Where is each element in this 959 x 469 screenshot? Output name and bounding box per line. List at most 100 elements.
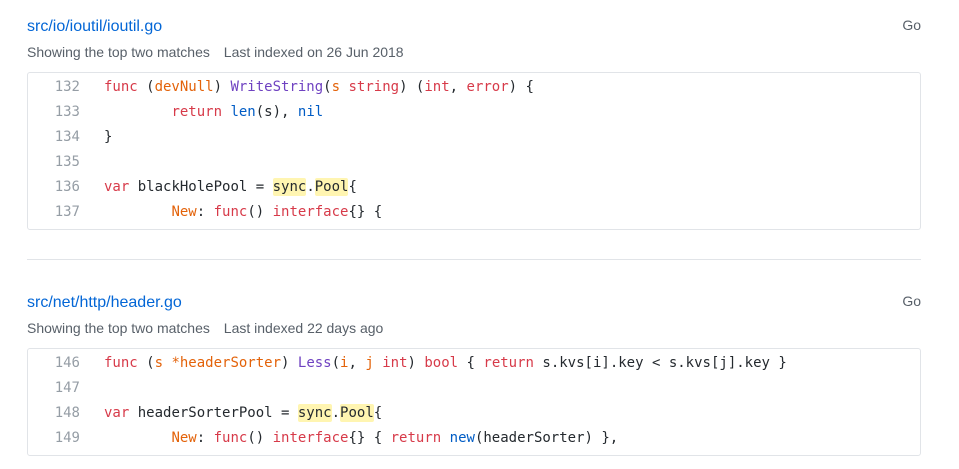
- result-divider: [27, 259, 921, 260]
- code-token: return: [171, 104, 223, 120]
- code-text: func (devNull) WriteString(s string) (in…: [80, 75, 534, 100]
- code-token: new: [449, 430, 475, 446]
- code-text: var headerSorterPool = sync.Pool{: [80, 401, 382, 426]
- result-header: src/net/http/header.go Go: [27, 292, 921, 314]
- code-token: :: [196, 430, 214, 446]
- code-token: ): [281, 355, 298, 371]
- matches-label: Showing the top two matches: [27, 320, 210, 336]
- code-token: New: [171, 430, 197, 446]
- code-token: *headerSorter: [171, 355, 282, 371]
- code-text: func (s *headerSorter) Less(i, j int) bo…: [80, 351, 787, 376]
- code-token: (: [137, 79, 155, 95]
- code-token: int: [382, 355, 408, 371]
- code-token: .: [306, 179, 315, 195]
- code-line: 148 var headerSorterPool = sync.Pool{: [28, 401, 920, 426]
- file-path-link[interactable]: src/net/http/header.go: [27, 292, 182, 314]
- match-highlight: sync: [272, 178, 307, 196]
- code-token: nil: [297, 104, 324, 120]
- code-token: return: [483, 355, 534, 371]
- code-token: error: [466, 79, 509, 95]
- code-token: (): [247, 430, 273, 446]
- file-path-link[interactable]: src/io/ioutil/ioutil.go: [27, 16, 162, 38]
- code-token: interface: [272, 430, 349, 446]
- code-token: j: [365, 355, 374, 371]
- line-number[interactable]: 134: [28, 125, 80, 150]
- code-line: 134}: [28, 125, 920, 150]
- code-token: (): [247, 204, 273, 220]
- line-number[interactable]: 149: [28, 426, 80, 451]
- line-number[interactable]: 135: [28, 150, 80, 175]
- code-line: 136 var blackHolePool = sync.Pool{: [28, 175, 920, 200]
- code-token: blackHolePool =: [129, 179, 273, 195]
- code-token: bool: [424, 355, 459, 371]
- code-token: s: [331, 79, 341, 95]
- code-token: {: [348, 179, 357, 195]
- search-result: src/net/http/header.go Go Showing the to…: [27, 292, 921, 456]
- line-number[interactable]: 132: [28, 75, 80, 100]
- code-token: ,: [348, 355, 366, 371]
- code-token: New: [171, 204, 197, 220]
- indexed-label: Last indexed on 26 Jun 2018: [223, 44, 404, 60]
- code-token: devNull: [154, 79, 214, 95]
- code-line: 137 New: func() interface{} {: [28, 200, 920, 225]
- code-line: 133 return len(s), nil: [28, 100, 920, 125]
- code-token: ,: [449, 79, 467, 95]
- code-token: return: [390, 430, 442, 446]
- line-number[interactable]: 133: [28, 100, 80, 125]
- code-token: func: [213, 430, 248, 446]
- code-token: func: [104, 355, 138, 371]
- match-highlight: Pool: [340, 404, 374, 422]
- code-token: ) (: [399, 79, 425, 95]
- code-token: headerSorterPool =: [129, 405, 298, 421]
- language-label: Go: [902, 293, 921, 309]
- line-number[interactable]: 136: [28, 175, 80, 200]
- code-token: var: [104, 179, 130, 195]
- code-text: return len(s), nil: [80, 100, 323, 125]
- code-token: ) {: [508, 79, 534, 95]
- code-token: Less: [297, 355, 332, 371]
- language-label: Go: [902, 17, 921, 33]
- code-snippet: 132 func (devNull) WriteString(s string) …: [27, 72, 921, 230]
- code-token: ): [213, 79, 231, 95]
- line-number[interactable]: 147: [28, 376, 80, 401]
- code-token: int: [424, 79, 450, 95]
- code-token: s.kvs[i].key < s.kvs[j].key }: [533, 355, 787, 371]
- code-text: var blackHolePool = sync.Pool{: [80, 175, 357, 200]
- code-token: s: [154, 355, 164, 371]
- line-number[interactable]: 148: [28, 401, 80, 426]
- match-highlight: Pool: [314, 178, 349, 196]
- indexed-label: Last indexed 22 days ago: [223, 320, 384, 336]
- code-token: len: [230, 104, 256, 120]
- code-token: {: [458, 355, 484, 371]
- code-line: 135: [28, 150, 920, 175]
- result-header: src/io/ioutil/ioutil.go Go: [27, 16, 921, 38]
- code-token: {} {: [348, 430, 391, 446]
- code-token: (: [331, 355, 341, 371]
- code-token: {: [373, 405, 383, 421]
- code-line: 146 func (s *headerSorter) Less(i, j int)…: [28, 351, 920, 376]
- code-token: func: [213, 204, 248, 220]
- code-token: var: [104, 405, 130, 421]
- line-number[interactable]: 146: [28, 351, 80, 376]
- code-token: }: [104, 129, 113, 145]
- code-token: (: [323, 79, 332, 95]
- search-result: src/io/ioutil/ioutil.go Go Showing the t…: [27, 16, 921, 230]
- code-text: New: func() interface{} { return new(hea…: [80, 426, 618, 451]
- code-line: 149 New: func() interface{} { return new…: [28, 426, 920, 451]
- code-snippet: 146 func (s *headerSorter) Less(i, j int)…: [27, 348, 921, 456]
- code-token: (headerSorter) },: [474, 430, 619, 446]
- code-token: (s),: [255, 104, 298, 120]
- matches-label: Showing the top two matches: [27, 44, 210, 60]
- result-meta: Showing the top two matches Last indexed…: [27, 318, 921, 338]
- match-highlight: sync: [297, 404, 332, 422]
- code-text: }: [80, 125, 112, 150]
- code-token: func: [104, 79, 138, 95]
- code-token: string: [348, 79, 400, 95]
- code-line: 132 func (devNull) WriteString(s string) …: [28, 75, 920, 100]
- line-number[interactable]: 137: [28, 200, 80, 225]
